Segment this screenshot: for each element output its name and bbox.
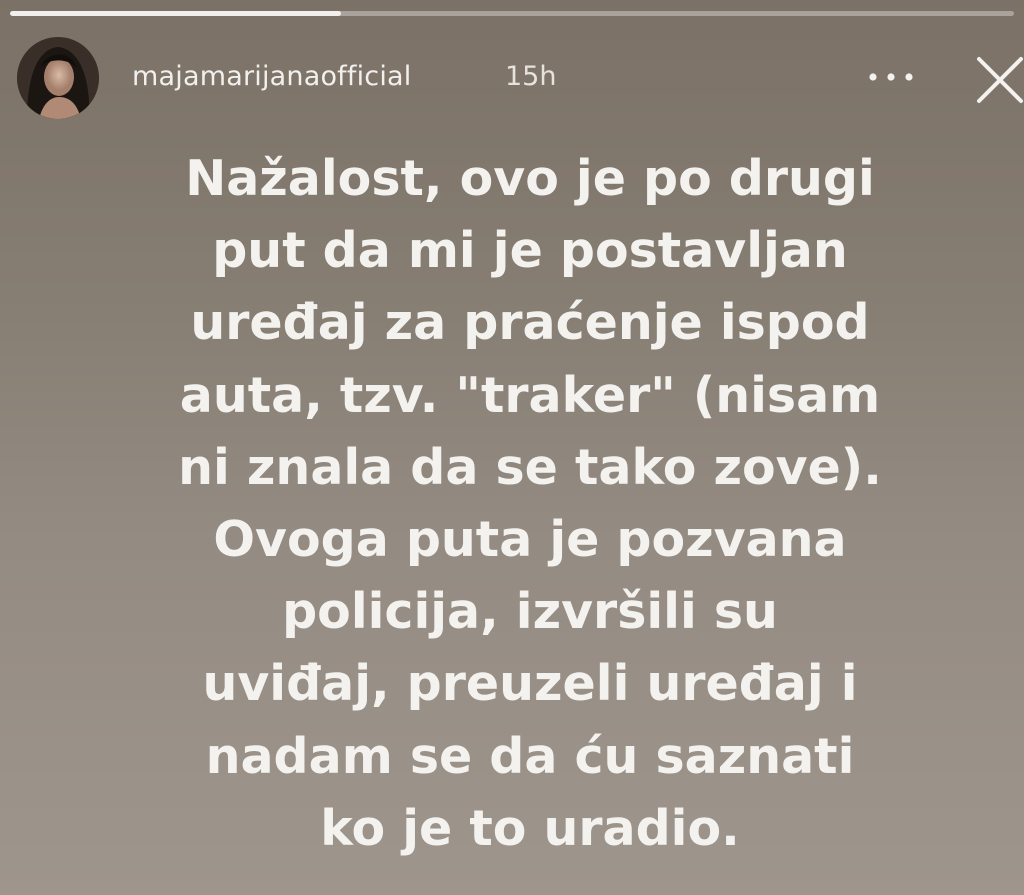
avatar[interactable] — [17, 37, 99, 119]
story-progress-bar — [10, 11, 1014, 16]
story-text-line: auta, tzv. "traker" (nisam — [179, 366, 881, 424]
avatar-portrait-icon — [17, 37, 99, 119]
story-text-line: nadam se da ću saznati — [205, 727, 855, 785]
story-text-line: policija, izvršili su — [282, 583, 778, 641]
story-text: Nažalost, ovo je po drugi put da mi je p… — [120, 143, 940, 865]
story-header: majamarijanaofficial 15h — [17, 37, 1023, 121]
story-text-line: Ovoga puta je pozvana — [213, 511, 847, 569]
story-text-line: put da mi je postavljan — [212, 222, 848, 280]
story-text-line: uviđaj, preuzeli uređaj i — [202, 655, 858, 713]
story-text-line: ko je to uradio. — [320, 799, 740, 857]
story-timestamp: 15h — [505, 61, 557, 92]
story-text-line: uređaj za praćenje ispod — [190, 294, 870, 352]
story-text-line: Nažalost, ovo je po drugi — [185, 150, 875, 207]
close-icon[interactable] — [971, 51, 1024, 109]
story-progress-fill — [10, 11, 342, 16]
story-text-line: ni znala da se tako zove). — [178, 438, 882, 496]
username[interactable]: majamarijanaofficial — [132, 61, 411, 92]
more-horizontal-icon[interactable] — [865, 67, 921, 87]
